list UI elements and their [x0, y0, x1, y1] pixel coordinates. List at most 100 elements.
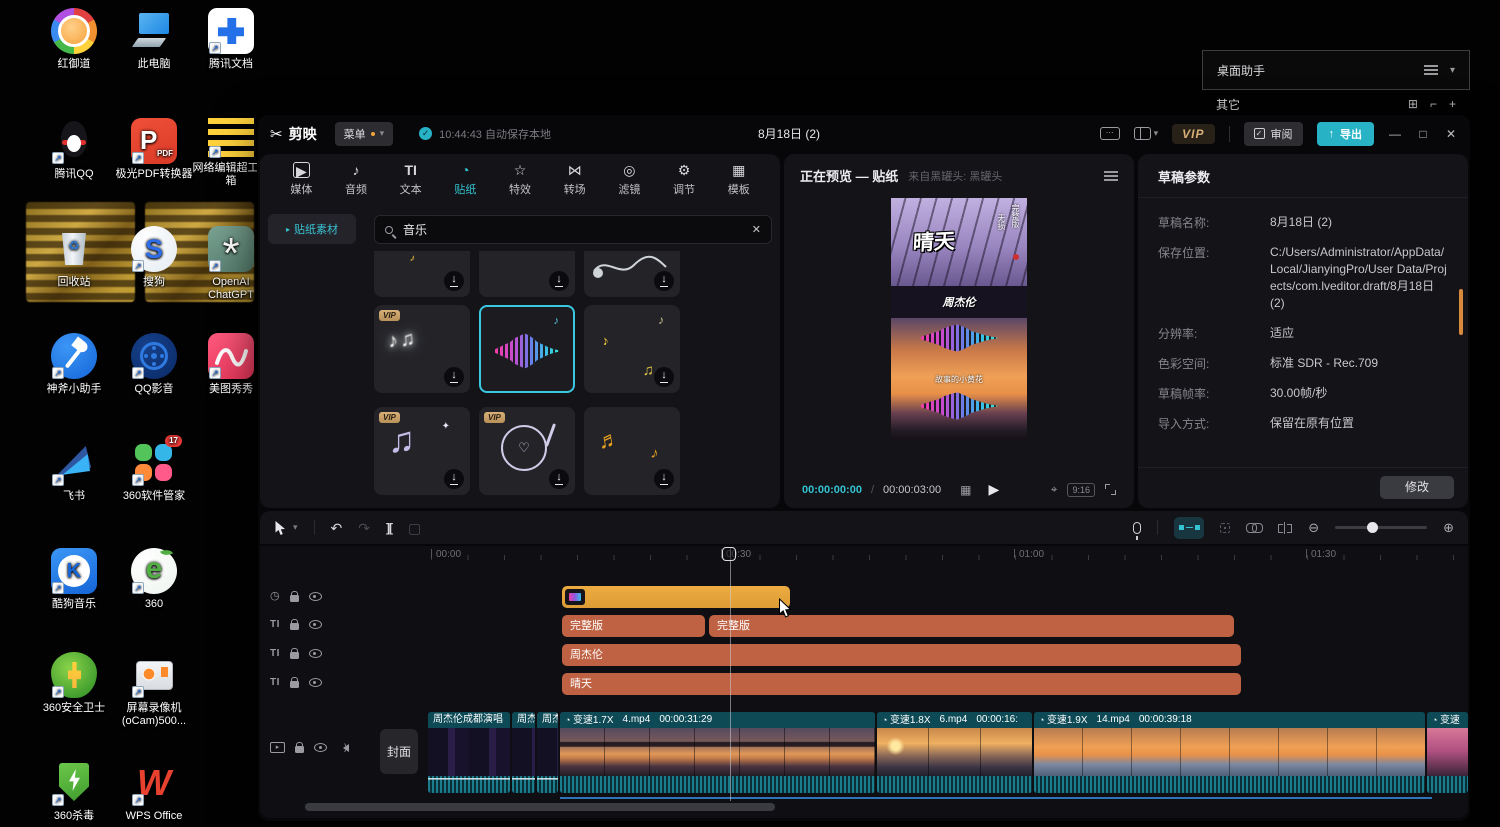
grid-icon[interactable]: ⊞: [1408, 97, 1418, 111]
lock-icon[interactable]: [290, 652, 299, 659]
snap-toggle-active[interactable]: [1174, 517, 1204, 539]
cover-button[interactable]: 封面: [380, 729, 418, 774]
text-clip[interactable]: 完整版: [562, 615, 705, 637]
tab-effects[interactable]: ☆特效: [493, 156, 548, 202]
desktop-icon-kugou[interactable]: 酷狗音乐: [32, 548, 116, 611]
search-input[interactable]: [401, 222, 744, 238]
download-icon[interactable]: [444, 271, 464, 291]
vip-badge[interactable]: VIP: [1172, 124, 1214, 144]
desktop-icon-360-antivirus[interactable]: 360杀毒: [32, 760, 116, 823]
playhead-line[interactable]: [730, 547, 731, 801]
desktop-icon-this-pc[interactable]: 此电脑: [112, 8, 196, 71]
download-icon[interactable]: [444, 469, 464, 489]
visibility-icon[interactable]: [314, 743, 327, 752]
speaker-icon[interactable]: [337, 744, 349, 752]
chevron-down-icon[interactable]: ▾: [1450, 65, 1455, 76]
delete-icon[interactable]: ▢: [408, 521, 421, 535]
desktop-icon-360-browser[interactable]: 360: [112, 548, 196, 611]
preview-axis-icon[interactable]: [1220, 523, 1230, 533]
video-clip[interactable]: 周杰: [537, 712, 558, 793]
keyboard-shortcuts-icon[interactable]: ⋯: [1100, 127, 1120, 140]
tab-filters[interactable]: ◎滤镜: [602, 156, 657, 202]
maximize-button[interactable]: □: [1416, 127, 1430, 141]
sidebar-item-sticker-assets[interactable]: 贴纸素材: [268, 214, 356, 244]
text-clip[interactable]: 晴天: [562, 673, 1241, 695]
sticker-search[interactable]: ✕: [374, 215, 772, 244]
split-align-icon[interactable]: [1278, 522, 1292, 534]
chevron-down-icon[interactable]: ▾: [293, 522, 298, 533]
visibility-icon[interactable]: [309, 678, 322, 687]
desktop-icon-feishu[interactable]: 飞书: [32, 440, 116, 503]
video-clip[interactable]: 周杰: [512, 712, 535, 793]
redo-icon[interactable]: ↷: [358, 521, 370, 535]
desktop-icon-sogou[interactable]: 搜狗: [112, 226, 196, 289]
lock-icon[interactable]: [290, 623, 299, 630]
download-icon[interactable]: [549, 271, 569, 291]
video-clip[interactable]: 变速1.9X 14.mp4 00:00:39:18: [1034, 712, 1425, 793]
timeline[interactable]: 00:00 00:30 01:00 01:30 ◷ TI TI: [260, 546, 1468, 818]
lock-icon[interactable]: [290, 681, 299, 688]
microphone-icon[interactable]: [1133, 522, 1141, 534]
video-clip[interactable]: 周杰伦成都演唱: [428, 712, 510, 793]
add-icon[interactable]: +: [1449, 97, 1456, 111]
split-tool-icon[interactable]: ][: [386, 521, 392, 535]
frames-icon[interactable]: ▦: [960, 483, 971, 497]
timeline-zoom-slider[interactable]: [1335, 526, 1427, 529]
visibility-icon[interactable]: [309, 592, 322, 601]
sticker-clip[interactable]: [562, 586, 790, 608]
desktop-icon-shenfu[interactable]: 神斧小助手: [32, 333, 116, 396]
desktop-icon-recycle-bin[interactable]: 回收站: [32, 226, 116, 289]
slider-handle[interactable]: [1367, 522, 1378, 533]
visibility-icon[interactable]: [309, 649, 322, 658]
tab-audio[interactable]: ♪音频: [329, 156, 384, 202]
sticker-item-waveform-selected[interactable]: ♪: [479, 305, 575, 393]
desktop-icon-qq-player[interactable]: QQ影音: [112, 333, 196, 396]
download-icon[interactable]: [549, 469, 569, 489]
sticker-item-yellow-notes[interactable]: ♪ ♪ ♫: [584, 305, 680, 393]
sticker-item-orange-notes[interactable]: ♬ ♪: [584, 407, 680, 495]
tab-media[interactable]: ▶媒体: [274, 156, 329, 202]
layout-icon[interactable]: [1134, 127, 1151, 140]
sticker-item-vip-vinyl[interactable]: VIP: [479, 407, 575, 495]
download-icon[interactable]: [654, 367, 674, 387]
desktop-icon-pdf-converter[interactable]: 极光PDF转换器: [112, 118, 196, 181]
lock-icon[interactable]: [290, 595, 299, 602]
link-icon[interactable]: [1246, 523, 1262, 532]
desktop-icon-hongyudao[interactable]: 红御道: [32, 8, 116, 71]
sticker-item-vip-purple-notes[interactable]: VIP ♫ ✦: [374, 407, 470, 495]
video-clip[interactable]: 变速: [1427, 712, 1468, 793]
desktop-icon-360-manager[interactable]: 17 360软件管家: [112, 440, 196, 503]
tab-transition[interactable]: ⋈转场: [547, 156, 602, 202]
scrollbar[interactable]: [1459, 289, 1463, 335]
undo-icon[interactable]: ↶: [331, 521, 343, 535]
menu-icon[interactable]: [1424, 65, 1438, 75]
review-button[interactable]: ✓ 审阅: [1244, 122, 1303, 146]
fullscreen-icon[interactable]: [1105, 484, 1116, 495]
close-button[interactable]: ✕: [1444, 127, 1458, 141]
tab-text[interactable]: TI文本: [383, 156, 438, 202]
desktop-icon-ocam[interactable]: 屏幕录像机(oCam)500...: [112, 652, 196, 728]
desktop-icon-tencent-qq[interactable]: 腾讯QQ: [32, 118, 116, 181]
sticker-item[interactable]: [584, 251, 680, 297]
text-clip[interactable]: 周杰伦: [562, 644, 1241, 666]
select-tool-icon[interactable]: [274, 520, 287, 536]
download-icon[interactable]: [654, 271, 674, 291]
modify-button[interactable]: 修改: [1380, 476, 1454, 499]
desktop-icon-wps[interactable]: WPS Office: [112, 760, 196, 823]
tab-adjust[interactable]: ⚙调节: [657, 156, 712, 202]
aspect-ratio-selector[interactable]: 9:16: [1067, 483, 1095, 497]
zoom-in-icon[interactable]: ⊕: [1443, 520, 1454, 536]
download-icon[interactable]: [654, 469, 674, 489]
clock-icon[interactable]: ◷: [270, 590, 280, 602]
download-icon[interactable]: [444, 367, 464, 387]
visibility-icon[interactable]: [309, 620, 322, 629]
menu-button[interactable]: 菜单▾: [335, 122, 394, 146]
lock-icon[interactable]: [295, 746, 304, 753]
clear-search-icon[interactable]: ✕: [752, 223, 761, 236]
horizontal-scrollbar[interactable]: [305, 803, 775, 811]
sticker-item[interactable]: ♪: [374, 251, 470, 297]
preview-menu-icon[interactable]: [1104, 171, 1118, 181]
desktop-icon-tencent-docs[interactable]: 腾讯文档: [189, 8, 273, 71]
unlock-icon[interactable]: ⌐: [1430, 97, 1437, 111]
sticker-item[interactable]: [479, 251, 575, 297]
